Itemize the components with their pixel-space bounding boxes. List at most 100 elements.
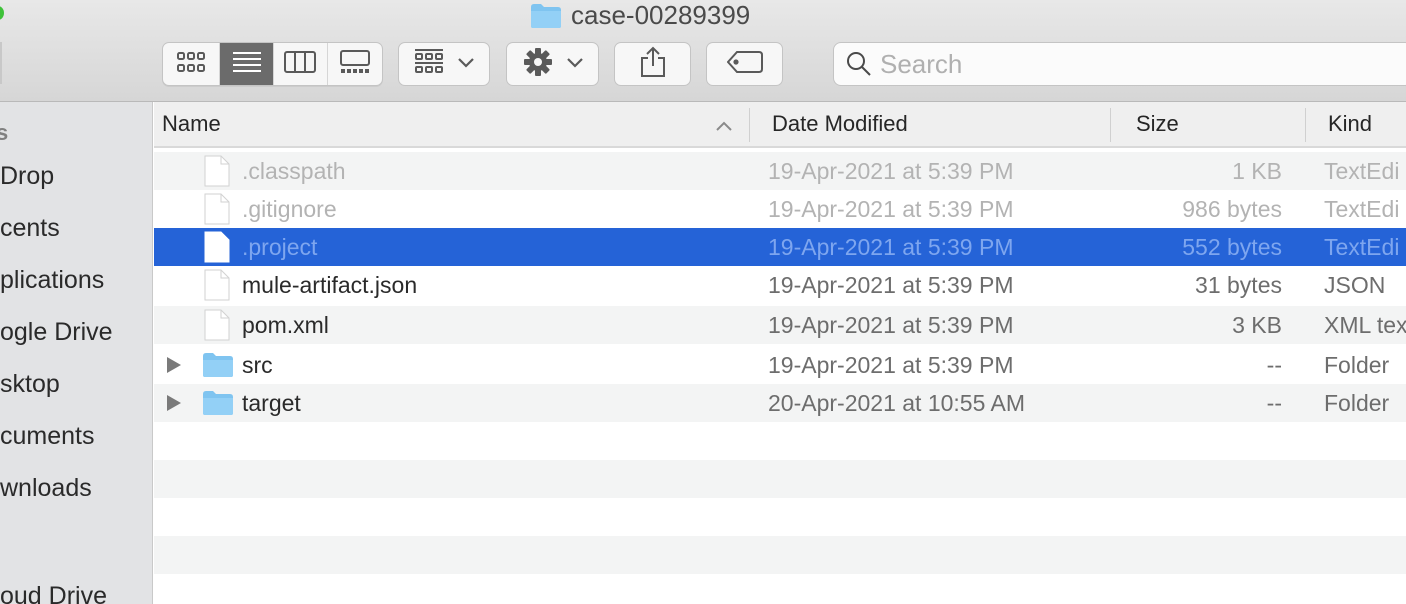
file-name: mule-artifact.json <box>242 271 418 298</box>
view-mode-control <box>162 42 383 86</box>
disclosure-triangle-icon[interactable] <box>166 384 182 422</box>
zoom-window-button[interactable] <box>0 6 4 20</box>
file-size: -- <box>1266 351 1282 378</box>
chevron-down-icon <box>458 55 474 73</box>
toolbar: case-00289399 <box>0 0 1406 102</box>
sidebar-item-icloud-drive[interactable]: oud Drive <box>0 582 107 604</box>
column-header-kind[interactable]: Kind <box>1328 102 1372 146</box>
columns-icon <box>284 50 317 78</box>
column-header-name[interactable]: Name <box>162 102 742 146</box>
file-size: -- <box>1266 389 1282 416</box>
column-header-date-modified[interactable]: Date Modified <box>772 102 908 146</box>
sidebar-item-desktop[interactable]: sktop <box>0 370 60 399</box>
folder-icon <box>202 384 234 422</box>
file-row[interactable]: .project 19-Apr-2021 at 5:39 PM 552 bytes T… <box>154 228 1406 266</box>
window-title-text: case-00289399 <box>571 0 751 30</box>
document-icon <box>204 306 230 344</box>
gear-icon <box>523 47 553 82</box>
empty-row-stripe <box>154 460 1406 498</box>
column-divider[interactable] <box>1305 108 1306 142</box>
search-input[interactable] <box>880 48 1380 80</box>
file-name: .classpath <box>242 157 346 184</box>
search-icon <box>846 51 872 77</box>
file-size: 3 KB <box>1232 311 1282 338</box>
file-date-modified: 19-Apr-2021 at 5:39 PM <box>768 311 1014 338</box>
file-date-modified: 19-Apr-2021 at 5:39 PM <box>768 271 1014 298</box>
tag-button[interactable] <box>706 42 783 86</box>
empty-row-stripe <box>154 422 1406 460</box>
group-button[interactable] <box>398 42 490 86</box>
file-date-modified: 19-Apr-2021 at 5:39 PM <box>768 195 1014 222</box>
column-header-size[interactable]: Size <box>1136 102 1179 146</box>
sidebar-item-documents[interactable]: cuments <box>0 422 94 451</box>
file-row[interactable]: mule-artifact.json 19-Apr-2021 at 5:39 PM… <box>154 266 1406 304</box>
sidebar-heading-favorites: s <box>0 120 8 146</box>
file-size: 1 KB <box>1232 157 1282 184</box>
file-row[interactable]: pom.xml 19-Apr-2021 at 5:39 PM 3 KB XML tex <box>154 306 1406 344</box>
gallery-view-button[interactable] <box>328 43 382 85</box>
icon-view-button[interactable] <box>163 43 221 85</box>
column-header-kind-label: Kind <box>1328 111 1373 136</box>
sidebar-item-downloads[interactable]: wnloads <box>0 474 92 503</box>
empty-row-stripe <box>154 498 1406 536</box>
document-icon <box>204 152 230 190</box>
file-row[interactable]: .gitignore 19-Apr-2021 at 5:39 PM 986 byte… <box>154 190 1406 228</box>
column-header-date-label: Date Modified <box>772 111 908 136</box>
file-row[interactable]: target 20-Apr-2021 at 10:55 AM -- Folder <box>154 384 1406 422</box>
chevron-down-icon <box>566 55 583 73</box>
file-list: Name Date Modified Size Kind .classpath 1… <box>154 102 1406 604</box>
disclosure-triangle-icon[interactable] <box>166 346 182 384</box>
file-date-modified: 20-Apr-2021 at 10:55 AM <box>768 389 1025 416</box>
file-size: 31 bytes <box>1195 271 1282 298</box>
file-date-modified: 19-Apr-2021 at 5:39 PM <box>768 157 1014 184</box>
file-row[interactable]: src 19-Apr-2021 at 5:39 PM -- Folder <box>154 346 1406 384</box>
folder-icon <box>530 3 562 28</box>
column-divider[interactable] <box>1110 108 1111 142</box>
column-header: Name Date Modified Size Kind <box>154 102 1406 148</box>
column-header-size-label: Size <box>1136 111 1179 136</box>
document-icon <box>204 266 230 304</box>
sidebar-item-airdrop[interactable]: Drop <box>0 162 54 191</box>
tag-icon <box>726 50 763 78</box>
file-kind: XML tex <box>1324 311 1406 338</box>
sidebar: s Drop cents plications ogle Drive sktop… <box>0 102 153 604</box>
sidebar-item-google-drive[interactable]: ogle Drive <box>0 318 113 347</box>
share-icon <box>640 46 666 83</box>
toolbar-edge <box>0 42 2 84</box>
file-kind: TextEdi <box>1324 233 1400 260</box>
sidebar-item-applications[interactable]: plications <box>0 266 104 295</box>
document-icon <box>204 190 230 228</box>
file-kind: JSON <box>1324 271 1386 298</box>
folder-icon <box>202 346 234 384</box>
file-name: src <box>242 351 273 378</box>
window-title: case-00289399 <box>530 0 750 30</box>
file-kind: TextEdi <box>1324 157 1400 184</box>
file-kind: Folder <box>1324 351 1390 378</box>
file-date-modified: 19-Apr-2021 at 5:39 PM <box>768 351 1014 378</box>
column-view-button[interactable] <box>274 43 328 85</box>
document-icon <box>204 228 230 266</box>
empty-row-stripe <box>154 536 1406 574</box>
file-date-modified: 19-Apr-2021 at 5:39 PM <box>768 233 1014 260</box>
share-button[interactable] <box>614 42 691 86</box>
empty-row-stripe <box>154 574 1406 604</box>
column-header-name-label: Name <box>162 111 221 136</box>
group-icon <box>414 48 444 81</box>
gallery-icon <box>339 49 370 79</box>
search-field[interactable] <box>833 42 1406 86</box>
list-view-button[interactable] <box>220 43 274 85</box>
column-divider[interactable] <box>749 108 750 142</box>
grid-icon <box>176 51 206 78</box>
file-name: target <box>242 389 301 416</box>
action-button[interactable] <box>506 42 599 86</box>
sidebar-item-recents[interactable]: cents <box>0 214 60 243</box>
chevron-up-icon <box>716 111 732 137</box>
file-name: .gitignore <box>242 195 337 222</box>
file-kind: Folder <box>1324 389 1390 416</box>
file-size: 986 bytes <box>1182 195 1282 222</box>
file-name: pom.xml <box>242 311 329 338</box>
file-row[interactable]: .classpath 19-Apr-2021 at 5:39 PM 1 KB Text… <box>154 152 1406 190</box>
file-size: 552 bytes <box>1182 233 1282 260</box>
file-kind: TextEdi <box>1324 195 1400 222</box>
file-name: .project <box>242 233 318 260</box>
